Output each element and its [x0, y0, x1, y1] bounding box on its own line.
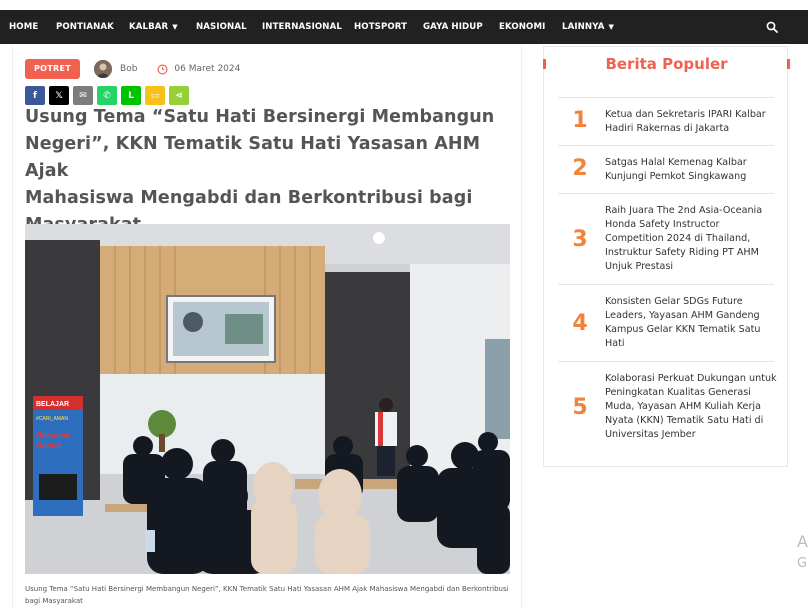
nav-pontianak[interactable]: PONTIANAK [56, 22, 114, 32]
author-name[interactable]: Bob [120, 64, 137, 74]
nav-ekonomi[interactable]: EKONOMI [499, 22, 545, 32]
facebook-icon: f [33, 90, 37, 101]
top-nav: HOME PONTIANAK KALBAR ▼ NASIONAL INTERNAS… [0, 10, 808, 44]
banner-line3: Bersama [36, 431, 70, 440]
clipped-text: A [797, 532, 808, 551]
line-icon: L [128, 90, 134, 101]
share-bar: f 𝕏 ✉ ✆ L ▭ ⋖ [25, 86, 189, 105]
popular-list: 1 Ketua dan Sekretaris IPARI Kalbar Hadi… [558, 97, 777, 451]
list-item[interactable]: 5 Kolaborasi Perkuat Dukungan untuk Peni… [558, 361, 777, 451]
list-item[interactable]: 2 Satgas Halal Kemenag Kalbar Kunjungi P… [558, 145, 774, 193]
banner-line4: Honda [36, 441, 61, 450]
article-photo[interactable]: BELAJAR #CARI_AMAN Bersama Honda [25, 224, 510, 574]
widget-title: Berita Populer [605, 55, 728, 73]
nav-hotsport-label: HOTSPORT [354, 22, 408, 32]
news-link[interactable]: Konsisten Gelar SDGs Future Leaders, Yay… [605, 295, 777, 351]
news-link[interactable]: Kolaborasi Perkuat Dukungan untuk Pening… [605, 372, 777, 442]
banner-line2: #CARI_AMAN [36, 416, 68, 422]
article-headline: Usung Tema “Satu Hati Bersinergi Membang… [25, 104, 505, 239]
article-meta: POTRET Bob 06 Maret 2024 [25, 59, 240, 79]
banner-line1: BELAJAR [36, 401, 69, 408]
category-badge[interactable]: POTRET [25, 59, 81, 79]
news-link[interactable]: Satgas Halal Kemenag Kalbar Kunjungi Pem… [605, 156, 777, 184]
news-link[interactable]: Raih Juara The 2nd Asia-Oceania Honda Sa… [605, 204, 777, 274]
sms-share-button[interactable]: ▭ [145, 86, 165, 105]
widget-header: Berita Populer [543, 47, 790, 83]
header-accent-right [787, 59, 790, 69]
sms-icon: ▭ [150, 90, 160, 101]
rank-number: 5 [572, 395, 588, 420]
nav-nasional[interactable]: NASIONAL [196, 22, 247, 32]
article: POTRET Bob 06 Maret 2024 f 𝕏 ✉ ✆ L ▭ ⋖ U… [12, 46, 522, 608]
nav-home-label: HOME [9, 22, 39, 32]
sharethis-icon: ⋖ [175, 90, 183, 101]
rank-number: 4 [572, 311, 588, 336]
publish-date: 06 Maret 2024 [174, 64, 241, 74]
chevron-down-icon: ▼ [608, 23, 614, 31]
sharethis-share-button[interactable]: ⋖ [169, 86, 189, 105]
nav-gaya-hidup-label: GAYA HIDUP [423, 22, 483, 32]
headline-line: Mahasiswa Mengabdi dan Berkontribusi bag… [25, 188, 473, 208]
whatsapp-icon: ✆ [103, 90, 111, 101]
nav-nasional-label: NASIONAL [196, 22, 247, 32]
photo-caption: Usung Tema “Satu Hati Bersinergi Membang… [25, 585, 509, 605]
headline-line: Usung Tema “Satu Hati Bersinergi Membang… [25, 107, 495, 127]
email-icon: ✉ [79, 90, 87, 101]
nav-lainnya[interactable]: LAINNYA ▼ [562, 22, 614, 32]
rank-number: 3 [572, 227, 588, 252]
line-share-button[interactable]: L [121, 86, 141, 105]
whatsapp-share-button[interactable]: ✆ [97, 86, 117, 105]
chevron-down-icon: ▼ [172, 23, 178, 31]
nav-gaya-hidup[interactable]: GAYA HIDUP [423, 22, 483, 32]
email-share-button[interactable]: ✉ [73, 86, 93, 105]
nav-ekonomi-label: EKONOMI [499, 22, 546, 32]
nav-pontianak-label: PONTIANAK [56, 22, 114, 32]
facebook-share-button[interactable]: f [25, 86, 45, 105]
nav-kalbar-label: KALBAR [129, 22, 169, 32]
rank-number: 2 [572, 156, 588, 181]
x-icon: 𝕏 [55, 90, 63, 101]
rank-number: 1 [572, 108, 588, 133]
clipped-text: G [797, 556, 808, 571]
clock-icon [157, 64, 168, 74]
x-share-button[interactable]: 𝕏 [49, 86, 69, 105]
nav-hotsport[interactable]: HOTSPORT [354, 22, 407, 32]
list-item[interactable]: 3 Raih Juara The 2nd Asia-Oceania Honda … [558, 193, 774, 284]
list-item[interactable]: 4 Konsisten Gelar SDGs Future Leaders, Y… [558, 284, 774, 361]
nav-internasional-label: INTERNASIONAL [262, 22, 342, 32]
classroom-photo-illustration: BELAJAR #CARI_AMAN Bersama Honda [25, 224, 510, 574]
nav-lainnya-label: LAINNYA [562, 22, 605, 32]
news-link[interactable]: Ketua dan Sekretaris IPARI Kalbar Hadiri… [605, 108, 777, 136]
avatar [94, 60, 113, 78]
nav-kalbar[interactable]: KALBAR ▼ [129, 22, 178, 32]
popular-news-widget: Berita Populer 1 Ketua dan Sekretaris IP… [543, 46, 790, 467]
nav-home[interactable]: HOME [9, 22, 38, 32]
search-icon[interactable] [766, 21, 778, 33]
nav-internasional[interactable]: INTERNASIONAL [262, 22, 342, 32]
list-item[interactable]: 1 Ketua dan Sekretaris IPARI Kalbar Hadi… [558, 97, 774, 145]
headline-line: Negeri”, KKN Tematik Satu Hati Yasasan A… [25, 134, 481, 181]
